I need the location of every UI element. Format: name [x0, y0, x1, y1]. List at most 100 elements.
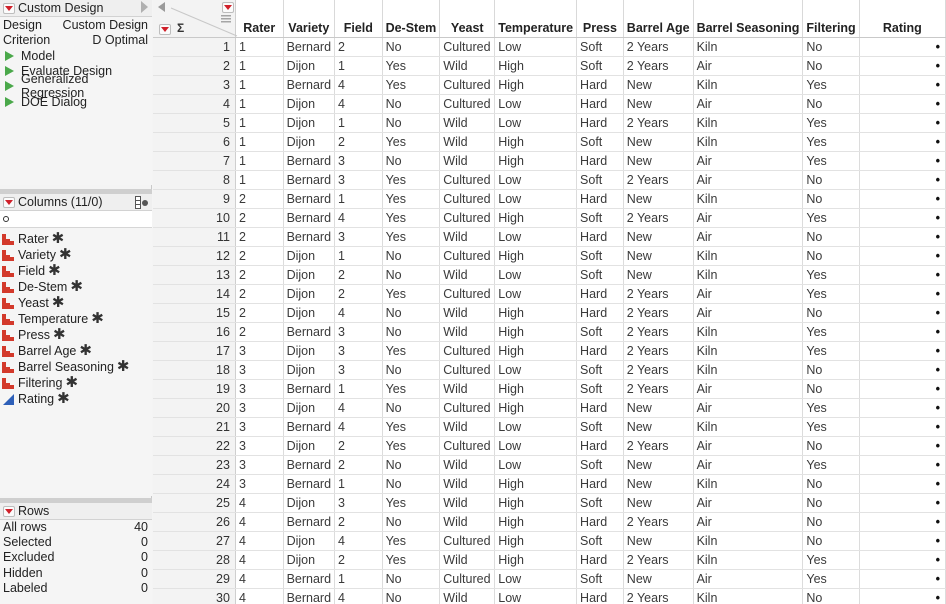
table-cell[interactable]: Hard: [576, 436, 624, 456]
table-cell[interactable]: 2 Years: [623, 284, 694, 304]
table-cell[interactable]: 1: [235, 113, 284, 133]
table-cell[interactable]: Wild: [439, 265, 496, 285]
run-script-icon[interactable]: [5, 66, 14, 77]
row-number[interactable]: 17: [153, 341, 236, 361]
table-cell[interactable]: Kiln: [693, 75, 804, 95]
table-cell[interactable]: Low: [494, 227, 578, 247]
table-cell[interactable]: Soft: [576, 37, 624, 57]
table-cell[interactable]: Bernard: [283, 75, 336, 95]
table-cell[interactable]: Kiln: [693, 113, 804, 133]
row-number[interactable]: 26: [153, 512, 236, 532]
table-cell[interactable]: Air: [693, 512, 804, 532]
rating-cell-missing[interactable]: •: [859, 37, 946, 57]
table-cell[interactable]: Cultured: [439, 170, 496, 190]
row-number[interactable]: 25: [153, 493, 236, 513]
table-cell[interactable]: 2: [334, 455, 383, 475]
table-cell[interactable]: Cultured: [439, 75, 496, 95]
table-cell[interactable]: Kiln: [693, 246, 804, 266]
table-cell[interactable]: Cultured: [439, 189, 496, 209]
table-cell[interactable]: 2: [334, 284, 383, 304]
table-cell[interactable]: Air: [693, 436, 804, 456]
table-cell[interactable]: No: [802, 37, 860, 57]
table-cell[interactable]: Hard: [576, 512, 624, 532]
script-generalized-regression[interactable]: Generalized Regression: [0, 72, 152, 100]
table-cell[interactable]: Hard: [576, 227, 624, 247]
table-cell[interactable]: No: [382, 246, 441, 266]
table-cell[interactable]: Low: [494, 189, 578, 209]
table-cell[interactable]: Kiln: [693, 189, 804, 209]
table-cell[interactable]: Yes: [802, 75, 860, 95]
column-item[interactable]: Temperature ✱: [0, 311, 152, 327]
table-cell[interactable]: High: [494, 398, 578, 418]
table-cell[interactable]: Yes: [382, 189, 441, 209]
table-cell[interactable]: No: [382, 455, 441, 475]
table-cell[interactable]: No: [802, 588, 860, 604]
table-cell[interactable]: New: [623, 151, 694, 171]
table-cell[interactable]: Soft: [576, 493, 624, 513]
table-cell[interactable]: No: [802, 189, 860, 209]
column-header[interactable]: Field: [334, 0, 383, 38]
table-cell[interactable]: High: [494, 151, 578, 171]
table-row[interactable]: 26 4 Bernard 2 No Wild High Hard 2 Years Air No •: [153, 512, 946, 532]
column-item[interactable]: Rater ✱: [0, 231, 152, 247]
table-cell[interactable]: No: [382, 37, 441, 57]
table-cell[interactable]: High: [494, 303, 578, 323]
table-cell[interactable]: Yes: [382, 417, 441, 437]
table-cell[interactable]: Yes: [802, 208, 860, 228]
column-header[interactable]: Barrel Seasoning: [693, 0, 804, 38]
table-cell[interactable]: Yes: [802, 550, 860, 570]
table-cell[interactable]: 2: [334, 132, 383, 152]
row-number[interactable]: 20: [153, 398, 236, 418]
table-cell[interactable]: No: [802, 436, 860, 456]
column-property-star-icon[interactable]: ✱: [57, 391, 70, 406]
table-cell[interactable]: New: [623, 417, 694, 437]
table-cell[interactable]: 4: [334, 303, 383, 323]
table-cell[interactable]: 2: [235, 322, 284, 342]
table-cell[interactable]: 3: [334, 360, 383, 380]
table-cell[interactable]: 2: [235, 246, 284, 266]
table-cell[interactable]: Cultured: [439, 284, 496, 304]
column-search-input[interactable]: [13, 212, 143, 226]
row-number[interactable]: 10: [153, 208, 236, 228]
row-number[interactable]: 4: [153, 94, 236, 114]
table-cell[interactable]: Yes: [802, 398, 860, 418]
table-cell[interactable]: Yes: [382, 379, 441, 399]
table-row[interactable]: 12 2 Dijon 1 No Cultured High Soft New Kiln No •: [153, 246, 946, 266]
table-row[interactable]: 28 4 Dijon 2 Yes Wild High Hard 2 Years Kiln Yes •: [153, 550, 946, 570]
table-cell[interactable]: Dijon: [283, 436, 336, 456]
column-property-star-icon[interactable]: ✱: [48, 263, 61, 278]
table-cell[interactable]: High: [494, 246, 578, 266]
table-cell[interactable]: Wild: [439, 379, 496, 399]
table-cell[interactable]: High: [494, 512, 578, 532]
table-row[interactable]: 10 2 Bernard 4 Yes Cultured High Soft 2 Years Air…: [153, 208, 946, 228]
table-cell[interactable]: Cultured: [439, 398, 496, 418]
table-cell[interactable]: Soft: [576, 246, 624, 266]
table-cell[interactable]: 1: [334, 569, 383, 589]
table-cell[interactable]: Kiln: [693, 341, 804, 361]
table-row[interactable]: 14 2 Dijon 2 Yes Cultured Low Hard 2 Years Air Yes…: [153, 284, 946, 304]
table-cell[interactable]: Dijon: [283, 94, 336, 114]
table-cell[interactable]: Wild: [439, 417, 496, 437]
rating-cell-missing[interactable]: •: [859, 398, 946, 418]
table-row[interactable]: 27 4 Dijon 4 Yes Cultured High Soft New Kiln No •: [153, 531, 946, 551]
table-cell[interactable]: 4: [235, 512, 284, 532]
table-cell[interactable]: Bernard: [283, 474, 336, 494]
table-row[interactable]: 4 1 Dijon 4 No Cultured Low Hard New Air No •: [153, 94, 946, 114]
table-cell[interactable]: 3: [235, 436, 284, 456]
table-cell[interactable]: Dijon: [283, 246, 336, 266]
row-number[interactable]: 14: [153, 284, 236, 304]
table-cell[interactable]: Soft: [576, 170, 624, 190]
table-cell[interactable]: Cultured: [439, 436, 496, 456]
table-cell[interactable]: No: [382, 303, 441, 323]
table-cell[interactable]: Air: [693, 303, 804, 323]
table-cell[interactable]: Cultured: [439, 208, 496, 228]
table-cell[interactable]: 2: [334, 550, 383, 570]
table-cell[interactable]: Soft: [576, 208, 624, 228]
table-cell[interactable]: Yes: [802, 569, 860, 589]
table-cell[interactable]: No: [382, 322, 441, 342]
table-cell[interactable]: No: [802, 512, 860, 532]
table-cell[interactable]: 2: [235, 303, 284, 323]
table-cell[interactable]: No: [382, 151, 441, 171]
table-row[interactable]: 23 3 Bernard 2 No Wild Low Soft New Air Yes •: [153, 455, 946, 475]
table-row[interactable]: 18 3 Dijon 3 No Cultured Low Soft 2 Years Kiln No •: [153, 360, 946, 380]
